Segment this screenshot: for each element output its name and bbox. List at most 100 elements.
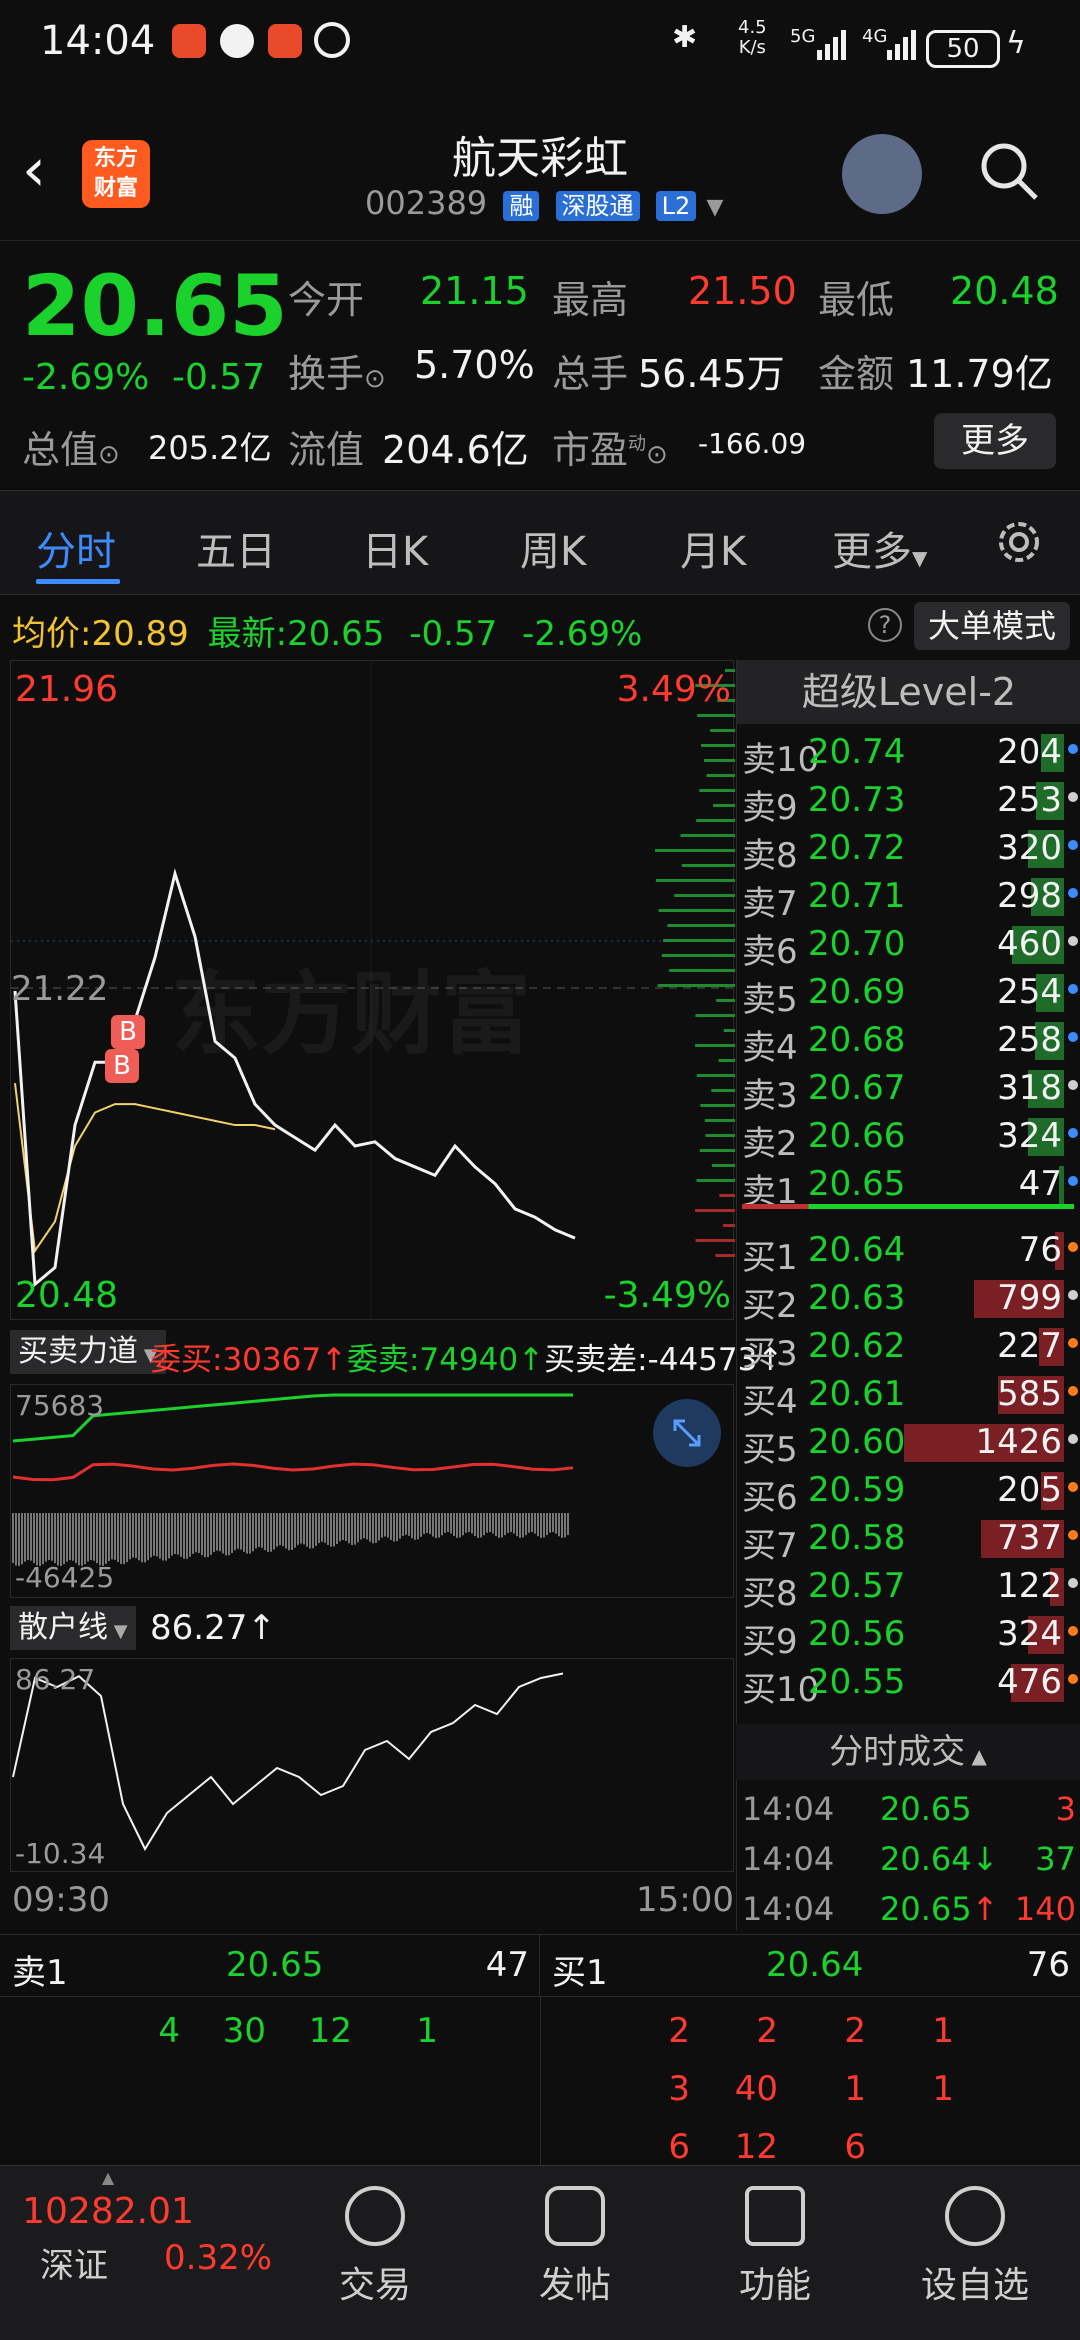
ask-level-row[interactable]: 卖9 20.73 253 [742, 776, 1080, 828]
tab-more[interactable]: 更多▼ [832, 519, 927, 577]
chart-tabs: 分时 五日 日K 周K 月K 更多▼ [0, 490, 1080, 595]
bid-level-row[interactable]: 买10 20.55 476 [742, 1658, 1080, 1710]
volume-profile-bar [695, 1209, 735, 1212]
search-icon[interactable] [978, 140, 1040, 202]
robot-assistant-icon[interactable] [842, 134, 922, 214]
status-bar: 14:04 ✱ 4.5 K/s 5G 4G 50 ϟ [0, 0, 1080, 110]
index-pct: 0.32% [164, 2238, 273, 2278]
bid-level-row[interactable]: 买5 20.60 1426 [742, 1418, 1080, 1470]
ask-level-row[interactable]: 卖6 20.70 460 [742, 920, 1080, 972]
retail-chart[interactable]: 86.27 -10.34 [10, 1658, 734, 1872]
ask-level-row[interactable]: 卖3 20.67 318 [742, 1064, 1080, 1116]
ask-level-row[interactable]: 卖7 20.71 298 [742, 872, 1080, 924]
bid-level-volume: 227 [997, 1326, 1062, 1366]
nav-post[interactable]: 发帖 [470, 2166, 680, 2340]
bid-level-row[interactable]: 买3 20.62 227 [742, 1322, 1080, 1374]
ask-level-row[interactable]: 卖8 20.72 320 [742, 824, 1080, 876]
bid-level-label: 买7 [742, 1526, 798, 1566]
tab-intraday[interactable]: 分时 [36, 519, 116, 577]
pe-label: 市盈动⊙ [552, 428, 668, 472]
float-value: 204.6亿 [382, 428, 529, 472]
more-button[interactable]: 更多 [934, 413, 1056, 469]
bid-level-row[interactable]: 买7 20.58 737 [742, 1514, 1080, 1566]
sell-queue-item: 1 [416, 2011, 438, 2051]
retail-indicator-select[interactable]: 散户线 ▼ [10, 1606, 136, 1650]
bid-level-label: 买3 [742, 1334, 798, 1374]
order-dot-icon [1068, 792, 1078, 802]
signal-bars-icon [815, 26, 851, 62]
open-label: 今开 [288, 278, 365, 322]
level2-tag: L2 [655, 191, 697, 221]
signal-bars-icon [885, 26, 921, 62]
signal-5g: 5G [790, 26, 816, 47]
bid-level-price: 20.59 [808, 1470, 906, 1510]
queue-divider [540, 1997, 541, 2165]
stock-code-row[interactable]: 002389 融 深股通 L2 ▼ [365, 184, 723, 222]
nav-watchlist-label: 设自选 [920, 2265, 1029, 2306]
ask-level-row[interactable]: 卖2 20.66 324 [742, 1112, 1080, 1164]
force-indicator-select[interactable]: 买卖力道 ▼ [10, 1330, 166, 1374]
nav-trade[interactable]: 交易 [270, 2166, 480, 2340]
ask-level-row[interactable]: 卖10 20.74 204 [742, 728, 1080, 780]
gear-icon[interactable] [992, 515, 1046, 569]
ask-level-row[interactable]: 卖4 20.68 258 [742, 1016, 1080, 1068]
bid-level-row[interactable]: 买2 20.63 799 [742, 1274, 1080, 1326]
buy-queue-item: 40 [734, 2069, 778, 2109]
volume-profile-bar [674, 894, 735, 897]
buy-marker[interactable]: B [111, 1015, 145, 1049]
tab-five-day[interactable]: 五日 [196, 519, 276, 577]
ask-level-row[interactable]: 卖1 20.65 47 [742, 1160, 1080, 1212]
help-icon[interactable]: ? [868, 608, 902, 642]
high-value: 21.50 [688, 269, 797, 313]
nav-watchlist[interactable]: 设自选 [870, 2166, 1080, 2340]
ask-level-volume: 298 [997, 876, 1062, 916]
nav-trade-label: 交易 [338, 2265, 411, 2306]
grid-icon [745, 2186, 805, 2246]
ask-level-row[interactable]: 卖5 20.69 254 [742, 968, 1080, 1020]
trade-time: 14:04 [742, 1840, 835, 1878]
bid-level-row[interactable]: 买1 20.64 76 [742, 1226, 1080, 1278]
alarm-icon [314, 22, 350, 58]
volume-profile-bar [701, 744, 735, 747]
margin-tag: 融 [503, 191, 540, 221]
nav-functions[interactable]: 功能 [670, 2166, 880, 2340]
tab-daily-k[interactable]: 日K [362, 519, 428, 577]
sell-queue-item: 12 [308, 2011, 352, 2051]
ask-level-price: 20.68 [808, 1020, 906, 1060]
intraday-chart[interactable]: 21.96 3.49% 21.22 20.48 -3.49% 东方财富 B B [10, 660, 735, 1321]
volume-profile-bar [696, 1179, 735, 1182]
big-order-mode-button[interactable]: 大单模式 [914, 602, 1070, 650]
order-dot-icon [1068, 1338, 1078, 1348]
active-tab-indicator [36, 579, 120, 584]
volume-label: 总手 [552, 352, 629, 396]
more-dots-icon [945, 2186, 1005, 2246]
buy-marker[interactable]: B [105, 1049, 139, 1083]
ask-level-volume: 258 [997, 1020, 1062, 1060]
bid-level-row[interactable]: 买6 20.59 205 [742, 1466, 1080, 1518]
mcap-label: 总值⊙ [22, 428, 120, 472]
pe-sup: 动 [628, 433, 647, 455]
ask-level-volume: 254 [997, 972, 1062, 1012]
ask-level-volume: 253 [997, 780, 1062, 820]
ask-level-label: 卖2 [742, 1124, 798, 1164]
tab-weekly-k[interactable]: 周K [520, 519, 586, 577]
bid-level-row[interactable]: 买8 20.57 122 [742, 1562, 1080, 1614]
charging-icon: ϟ [1006, 26, 1026, 61]
bid-level-row[interactable]: 买4 20.61 585 [742, 1370, 1080, 1422]
sell-queue-item: 4 [158, 2011, 180, 2051]
buy-queue-item: 1 [844, 2069, 866, 2109]
bid-level-price: 20.62 [808, 1326, 906, 1366]
order-dot-icon [1068, 888, 1078, 898]
trades-title[interactable]: 分时成交 ▲ [736, 1724, 1080, 1780]
tab-monthly-k[interactable]: 月K [680, 519, 746, 577]
stock-code: 002389 [365, 184, 488, 222]
bid-level-volume: 476 [997, 1662, 1062, 1702]
trade-row: 14:04 20.64↓ 37 [742, 1836, 1076, 1884]
volume-profile-bar [700, 1104, 735, 1107]
index-ticker[interactable]: ▲ 10282.01 深证 0.32% [0, 2166, 272, 2340]
bid-level-row[interactable]: 买9 20.56 324 [742, 1610, 1080, 1662]
retail-max-label: 86.27 [15, 1663, 96, 1696]
chevron-up-icon: ▲ [965, 1744, 987, 1768]
force-chart[interactable]: 75683 -46425 [10, 1384, 734, 1598]
expand-icon[interactable] [653, 1399, 721, 1467]
